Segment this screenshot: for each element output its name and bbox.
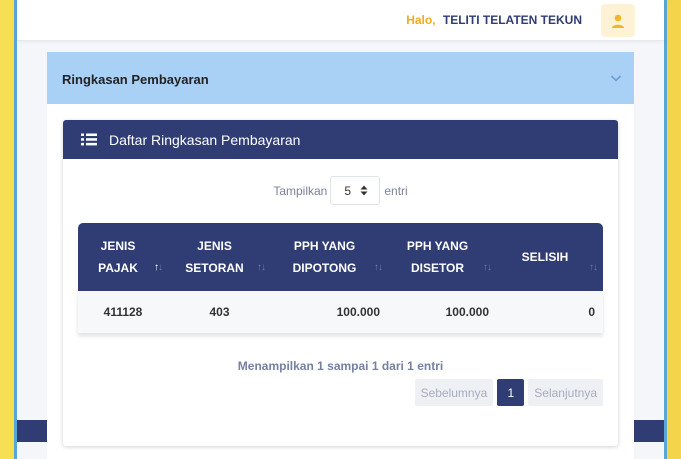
summary-table: JENIS PAJAK ↑↓ JENIS SETORAN ↑↓ PPH YANG…	[78, 223, 603, 333]
col-header-jenis-setoran[interactable]: JENIS SETORAN ↑↓	[168, 223, 271, 291]
entries-per-page-select[interactable]: 5	[330, 176, 381, 205]
top-bar: Halo, TELITI TELATEN TEKUN	[17, 0, 664, 41]
cell-selisih: 0	[497, 291, 603, 333]
cell-jenis-setoran: 403	[168, 291, 271, 333]
table-row: 411128 403 100.000 100.000 0	[78, 291, 603, 333]
col-header-pph-dipotong[interactable]: PPH YANG DIPOTONG ↑↓	[271, 223, 388, 291]
pagination: Sebelumnya 1 Selanjutnya	[414, 379, 603, 406]
sort-icon: ↑↓	[589, 262, 598, 273]
avatar-button[interactable]	[601, 4, 635, 37]
main-window: Halo, TELITI TELATEN TEKUN Ringkasan Pem…	[17, 0, 664, 459]
length-suffix: entri	[384, 183, 408, 198]
username-label: TELITI TELATEN TEKUN	[442, 13, 582, 27]
cell-jenis-pajak: 411128	[78, 291, 168, 333]
list-icon	[81, 133, 97, 146]
accordion-header[interactable]: Ringkasan Pembayaran	[47, 52, 634, 104]
sort-icon: ↑↓	[483, 262, 492, 273]
cell-pph-disetor: 100.000	[388, 291, 497, 333]
user-icon	[611, 14, 625, 28]
background-left	[0, 0, 14, 459]
length-control: Tampilkan 5 entri	[63, 176, 618, 205]
greeting-label: Halo,	[406, 13, 436, 27]
table-info: Menampilkan 1 sampai 1 dari 1 entri	[237, 359, 444, 373]
summary-card: Daftar Ringkasan Pembayaran Tampilkan 5 …	[63, 120, 618, 446]
sort-icon: ↑↓	[257, 262, 266, 273]
sort-icon: ↑↓	[374, 262, 383, 273]
summary-table-wrapper: JENIS PAJAK ↑↓ JENIS SETORAN ↑↓ PPH YANG…	[78, 223, 603, 333]
frame-right-border	[664, 0, 667, 459]
accordion-title: Ringkasan Pembayaran	[62, 72, 209, 87]
cell-pph-dipotong: 100.000	[271, 291, 388, 333]
col-header-jenis-pajak[interactable]: JENIS PAJAK ↑↓	[78, 223, 168, 291]
sort-asc-icon: ↑↓	[154, 262, 163, 273]
user-greeting: Halo, TELITI TELATEN TEKUN	[406, 13, 582, 27]
page-1-button[interactable]: 1	[497, 379, 525, 406]
col-header-selisih[interactable]: SELISIH ↑↓	[497, 223, 603, 291]
sort-arrows-icon	[360, 185, 368, 196]
entries-per-page-value: 5	[344, 183, 352, 198]
card-title: Daftar Ringkasan Pembayaran	[109, 131, 301, 148]
table-header-row: JENIS PAJAK ↑↓ JENIS SETORAN ↑↓ PPH YANG…	[78, 223, 603, 291]
prev-page-button[interactable]: Sebelumnya	[414, 379, 494, 406]
col-header-pph-disetor[interactable]: PPH YANG DISETOR ↑↓	[388, 223, 497, 291]
card-header: Daftar Ringkasan Pembayaran	[63, 120, 618, 159]
next-page-button[interactable]: Selanjutnya	[528, 379, 603, 406]
chevron-down-icon	[610, 75, 622, 82]
length-prefix: Tampilkan	[273, 183, 328, 198]
